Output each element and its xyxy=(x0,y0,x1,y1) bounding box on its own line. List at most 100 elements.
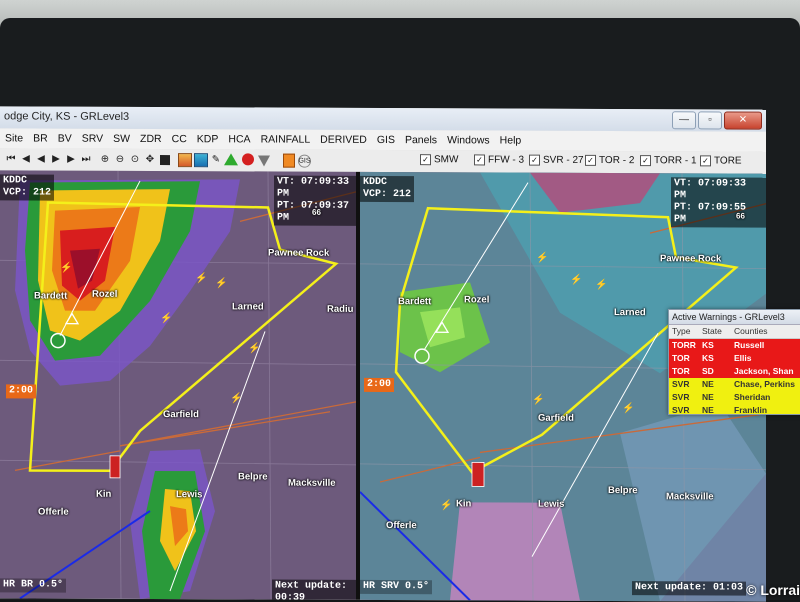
orange-marker-icon[interactable] xyxy=(283,153,295,168)
menu-bv[interactable]: BV xyxy=(53,133,77,145)
city-label: Lewis xyxy=(538,498,565,510)
svg-text:⚡: ⚡ xyxy=(215,276,227,289)
step-back-icon[interactable]: ◀ xyxy=(19,151,33,165)
checkbox-icon[interactable]: ✓ xyxy=(474,154,485,166)
svg-text:⚡: ⚡ xyxy=(622,401,634,414)
menu-br[interactable]: BR xyxy=(28,132,53,144)
city-label: Bardett xyxy=(34,290,68,302)
menu-hca[interactable]: HCA xyxy=(223,133,255,145)
step-forward-icon[interactable]: ▶ xyxy=(64,152,78,166)
warning-state: NE xyxy=(702,392,714,402)
stop-square-icon[interactable] xyxy=(160,155,170,166)
close-button[interactable]: ✕ xyxy=(724,111,762,130)
warning-counties: Russell xyxy=(734,340,765,350)
menu-panels[interactable]: Panels xyxy=(400,134,442,146)
toggle-tore[interactable]: ✓ TORE xyxy=(700,155,742,167)
header-state[interactable]: State xyxy=(702,325,734,338)
reflectivity-map: ⚡ ⚡ ⚡ ⚡ ⚡ ⚡ xyxy=(0,170,356,600)
town-marker xyxy=(109,455,121,479)
warning-counties: Ellis xyxy=(734,353,752,363)
active-warnings-window[interactable]: Active Warnings - GRLevel3 Type State Co… xyxy=(668,309,800,415)
play-icon[interactable]: ▶ xyxy=(49,152,63,166)
stop-octagon-icon[interactable] xyxy=(242,153,254,166)
radar-pane-reflectivity[interactable]: ⚡ ⚡ ⚡ ⚡ ⚡ ⚡ KDDC VCP: 212 VT: 07:09:33 PM… xyxy=(0,170,356,600)
city-label: Kin xyxy=(96,488,112,500)
checkbox-icon[interactable]: ✓ xyxy=(529,154,540,166)
toggle-ffw[interactable]: ✓ FFW - 3 xyxy=(474,154,524,166)
warning-type: SVR xyxy=(672,379,690,389)
warning-row[interactable]: SVR NE Sheridan xyxy=(669,391,800,404)
toggle-smw[interactable]: ✓ SMW xyxy=(420,154,458,165)
svg-text:⚡: ⚡ xyxy=(195,271,207,284)
header-counties[interactable]: Counties xyxy=(734,325,800,338)
menu-cc[interactable]: CC xyxy=(167,133,192,145)
checkbox-icon[interactable]: ✓ xyxy=(420,154,431,166)
city-label: Larned xyxy=(614,307,646,319)
warning-row[interactable]: SVR NE Chase, Perkins xyxy=(669,378,800,391)
layer-icon[interactable] xyxy=(194,153,208,168)
gis-icon[interactable]: GIS xyxy=(298,154,311,168)
skip-end-icon[interactable]: ⏭ xyxy=(79,152,93,166)
svg-text:⚡: ⚡ xyxy=(230,391,242,404)
warning-type: SVR xyxy=(672,392,690,402)
menu-windows[interactable]: Windows xyxy=(442,134,495,146)
city-label: Larned xyxy=(232,301,264,313)
zoom-in-icon[interactable]: ⊕ xyxy=(98,152,112,166)
menu-site[interactable]: Site xyxy=(0,132,28,144)
warnings-list: TORR KS Russell TOR KS Ellis TOR SD Jackson, Sha… xyxy=(669,339,800,415)
city-label: Pawnee Rock xyxy=(660,253,722,265)
city-label: Offerle xyxy=(386,520,417,532)
menu-derived[interactable]: DERIVED xyxy=(315,134,372,146)
warnings-title[interactable]: Active Warnings - GRLevel3 xyxy=(669,310,800,325)
checkbox-icon[interactable]: ✓ xyxy=(700,155,711,167)
warning-type: TOR xyxy=(672,366,690,376)
warning-state: SD xyxy=(702,366,714,376)
warning-row[interactable]: TOR SD Jackson, Shan xyxy=(669,365,800,378)
maximize-button[interactable]: ▫ xyxy=(698,111,722,130)
window-title: odge City, KS - GRLevel3 xyxy=(4,110,130,123)
city-label: Garfield xyxy=(163,409,199,421)
warning-row[interactable]: TOR KS Ellis xyxy=(669,352,800,365)
menu-sw[interactable]: SW xyxy=(108,133,135,145)
svg-text:⚡: ⚡ xyxy=(570,273,582,286)
down-triangle-icon[interactable] xyxy=(258,155,270,167)
menu-help[interactable]: Help xyxy=(495,134,527,147)
city-label: Macksville xyxy=(666,491,714,503)
zoom-reset-icon[interactable]: ⊙ xyxy=(128,152,142,166)
checkbox-icon[interactable]: ✓ xyxy=(640,155,651,167)
timer-badge[interactable]: 2:00 xyxy=(364,377,395,393)
storm-track-icon[interactable]: ✎ xyxy=(209,152,223,166)
photo-watermark: © Lorrai xyxy=(746,582,800,598)
play-back-icon[interactable]: ◀ xyxy=(34,151,48,165)
timer-badge[interactable]: 2:00 xyxy=(6,384,37,399)
warning-triangle-icon[interactable] xyxy=(224,153,238,166)
toggle-tor[interactable]: ✓ TOR - 2 xyxy=(585,154,634,166)
svg-text:⚡: ⚡ xyxy=(440,498,452,511)
menu-gis[interactable]: GIS xyxy=(372,134,400,146)
menu-srv[interactable]: SRV xyxy=(77,133,108,145)
city-label: Garfield xyxy=(538,412,574,424)
city-label: Rozel xyxy=(92,288,118,300)
minimize-button[interactable]: — xyxy=(672,111,696,130)
menu-kdp[interactable]: KDP xyxy=(192,133,224,145)
svg-text:⚡: ⚡ xyxy=(532,393,544,406)
warning-type: TORR xyxy=(672,340,696,350)
product-label: HR BR 0.5° xyxy=(0,578,67,593)
menu-rainfall[interactable]: RAINFALL xyxy=(256,133,316,145)
station-label: KDDC VCP: 212 xyxy=(0,174,55,201)
warning-state: NE xyxy=(702,405,714,415)
city-label: Kin xyxy=(456,498,472,510)
menu-zdr[interactable]: ZDR xyxy=(135,133,167,145)
toggle-torr[interactable]: ✓ TORR - 1 xyxy=(640,155,697,166)
warning-row[interactable]: SVR NE Franklin xyxy=(669,404,800,415)
skip-start-icon[interactable]: ⏮ xyxy=(4,151,18,165)
color-table-icon[interactable] xyxy=(178,153,192,168)
header-type[interactable]: Type xyxy=(669,325,702,338)
city-label: Lewis xyxy=(176,489,203,501)
warning-row[interactable]: TORR KS Russell xyxy=(669,339,800,352)
warning-counties: Jackson, Shan xyxy=(734,366,794,376)
pan-icon[interactable]: ✥ xyxy=(143,152,157,166)
zoom-out-icon[interactable]: ⊖ xyxy=(113,152,127,166)
checkbox-icon[interactable]: ✓ xyxy=(585,154,596,166)
toggle-svr[interactable]: ✓ SVR - 27 xyxy=(529,154,584,166)
